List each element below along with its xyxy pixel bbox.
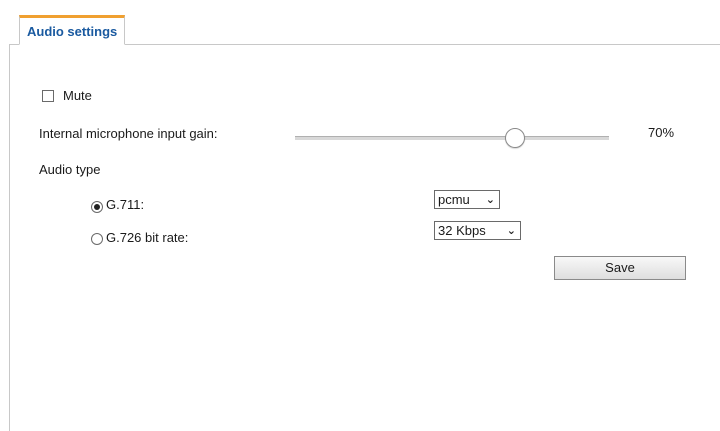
g711-select-value: pcmu	[438, 192, 470, 207]
gain-slider-thumb[interactable]	[504, 128, 525, 148]
audio-settings-page: Audio settings Mute Internal microphone …	[0, 0, 720, 431]
g711-label: G.711:	[106, 197, 145, 212]
mute-checkbox[interactable]	[42, 90, 54, 102]
save-button[interactable]: Save	[554, 256, 686, 280]
chevron-down-icon: ⌄	[506, 225, 516, 237]
g726-bitrate-select[interactable]: 32 Kbps ⌄	[434, 221, 521, 240]
g726-label: G.726 bit rate:	[106, 230, 189, 245]
gain-label: Internal microphone input gain:	[39, 126, 218, 141]
g726-select-value: 32 Kbps	[438, 223, 486, 238]
gain-slider-track[interactable]	[295, 136, 609, 140]
chevron-down-icon: ⌄	[485, 194, 495, 206]
mute-label: Mute	[63, 88, 92, 103]
audio-type-label: Audio type	[39, 162, 101, 177]
g711-radio[interactable]	[91, 201, 103, 213]
g726-radio[interactable]	[91, 233, 103, 245]
gain-value: 70%	[648, 125, 675, 140]
tab-audio-settings[interactable]: Audio settings	[19, 15, 126, 45]
g711-select[interactable]: pcmu ⌄	[434, 190, 500, 209]
